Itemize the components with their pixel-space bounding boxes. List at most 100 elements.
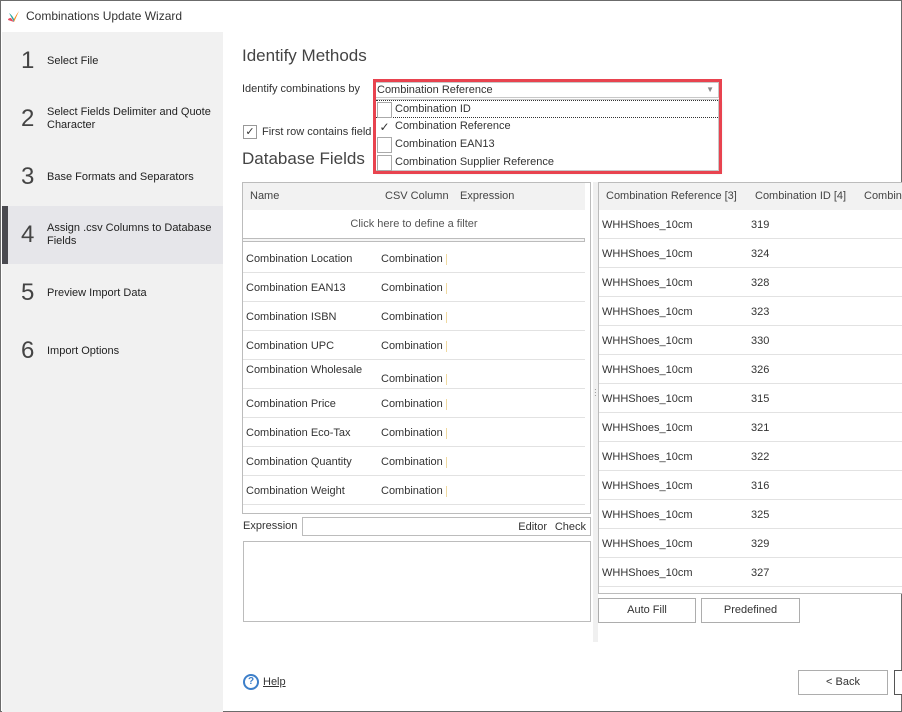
next-button[interactable]: [894, 670, 902, 695]
field-name: Combination Quantity: [246, 456, 352, 468]
step-number: 5: [21, 279, 35, 306]
table-row[interactable]: WHHShoes_10cm 319: [599, 210, 902, 239]
option-combination-reference[interactable]: ✓ Combination Reference: [376, 118, 718, 136]
field-name: Combination ISBN: [246, 311, 337, 323]
cell-id: 316: [751, 480, 770, 492]
cell-reference: WHHShoes_10cm: [602, 393, 693, 405]
table-row[interactable]: Combination EAN13 Combination: [243, 273, 585, 302]
table-row[interactable]: Combination Wholesale Combination: [243, 360, 585, 389]
table-row[interactable]: Combination Eco-Tax Combination: [243, 418, 585, 447]
auto-fill-button[interactable]: Auto Fill: [598, 598, 696, 623]
step-label: Base Formats and Separators: [47, 170, 194, 183]
step-select-delimiter[interactable]: 2 Select Fields Delimiter and Quote Char…: [2, 90, 223, 148]
check-button[interactable]: Check: [555, 521, 586, 533]
field-name: Combination Price: [246, 398, 336, 410]
table-row[interactable]: WHHShoes_10cm 329: [599, 529, 902, 558]
table-row[interactable]: Combination Price Combination: [243, 389, 585, 418]
table-row[interactable]: WHHShoes_10cm 324: [599, 239, 902, 268]
field-csv-column[interactable]: Combination: [381, 398, 447, 410]
title-bar: Combinations Update Wizard: [1, 1, 901, 32]
table-row[interactable]: WHHShoes_10cm 323: [599, 297, 902, 326]
cell-id: 325: [751, 509, 770, 521]
field-csv-column[interactable]: Combination: [381, 253, 447, 265]
step-label: Select File: [47, 54, 99, 67]
table-row[interactable]: Combination Location Combination: [243, 244, 585, 273]
cell-reference: WHHShoes_10cm: [602, 306, 693, 318]
chevron-down-icon[interactable]: ▼: [706, 83, 714, 97]
step-import-options[interactable]: 6 Import Options: [2, 322, 223, 380]
field-csv-column[interactable]: Combination: [381, 485, 447, 497]
step-number: 4: [21, 221, 35, 248]
cell-id: 329: [751, 538, 770, 550]
first-row-checkbox[interactable]: ✓: [243, 125, 257, 139]
column-header-csv-column[interactable]: CSV Column: [385, 190, 449, 202]
step-preview-import[interactable]: 5 Preview Import Data: [2, 264, 223, 322]
field-csv-column[interactable]: Combination: [381, 427, 447, 439]
checkmark-icon[interactable]: ✓: [377, 119, 392, 135]
option-combination-supplier-reference[interactable]: Combination Supplier Reference: [376, 154, 718, 172]
expression-input[interactable]: Editor Check: [302, 517, 591, 536]
table-row[interactable]: WHHShoes_10cm 315: [599, 384, 902, 413]
table-row[interactable]: Combination ISBN Combination: [243, 302, 585, 331]
column-header-expression[interactable]: Expression: [460, 190, 514, 202]
editor-button[interactable]: Editor: [518, 521, 547, 533]
cell-id: 326: [751, 364, 770, 376]
step-label: Preview Import Data: [47, 286, 147, 299]
option-checkbox[interactable]: [377, 137, 392, 153]
step-number: 1: [21, 47, 35, 74]
table-row[interactable]: WHHShoes_10cm 322: [599, 442, 902, 471]
option-combination-id[interactable]: Combination ID: [376, 100, 718, 118]
option-label: Combination ID: [395, 103, 471, 115]
table-row[interactable]: Combination Weight Combination: [243, 476, 585, 505]
grid-header: Combination Reference [3] Combination ID…: [599, 183, 902, 210]
table-row[interactable]: WHHShoes_10cm 328: [599, 268, 902, 297]
wizard-steps-sidebar: 1 Select File 2 Select Fields Delimiter …: [2, 32, 223, 712]
cell-reference: WHHShoes_10cm: [602, 480, 693, 492]
cell-reference: WHHShoes_10cm: [602, 509, 693, 521]
step-base-formats[interactable]: 3 Base Formats and Separators: [2, 148, 223, 206]
filter-row[interactable]: Click here to define a filter: [243, 210, 585, 238]
cell-reference: WHHShoes_10cm: [602, 422, 693, 434]
app-logo-icon: [8, 11, 19, 22]
column-header-combination-reference[interactable]: Combination Reference [3]: [606, 190, 737, 202]
column-header-combination-id[interactable]: Combination ID [4]: [755, 190, 846, 202]
table-row[interactable]: Combination Quantity Combination: [243, 447, 585, 476]
help-link[interactable]: Help: [263, 676, 286, 688]
table-row[interactable]: WHHShoes_10cm 316: [599, 471, 902, 500]
field-csv-column[interactable]: Combination: [381, 373, 447, 385]
field-csv-column[interactable]: Combination: [381, 311, 447, 323]
column-header-truncated[interactable]: Combin: [864, 190, 902, 202]
grid-header: Name CSV Column Expression: [243, 183, 585, 210]
option-checkbox[interactable]: [377, 155, 392, 171]
cell-reference: WHHShoes_10cm: [602, 335, 693, 347]
database-fields-grid: Name CSV Column Expression Click here to…: [242, 182, 591, 514]
option-checkbox[interactable]: [377, 102, 392, 118]
step-number: 6: [21, 337, 35, 364]
table-row[interactable]: WHHShoes_10cm 325: [599, 500, 902, 529]
table-row[interactable]: Combination UPC Combination: [243, 331, 585, 360]
cell-reference: WHHShoes_10cm: [602, 364, 693, 376]
field-csv-column[interactable]: Combination: [381, 282, 447, 294]
table-row[interactable]: WHHShoes_10cm 327: [599, 558, 902, 587]
cell-id: 327: [751, 567, 770, 579]
option-combination-ean13[interactable]: Combination EAN13: [376, 136, 718, 154]
expression-textarea[interactable]: [243, 541, 591, 622]
field-csv-column[interactable]: Combination: [381, 456, 447, 468]
step-select-file[interactable]: 1 Select File: [2, 32, 223, 90]
field-name: Combination Eco-Tax: [246, 427, 351, 439]
field-csv-column[interactable]: Combination: [381, 340, 447, 352]
identify-by-combobox[interactable]: Combination Reference ▼: [375, 82, 719, 98]
combobox-value: Combination Reference: [377, 84, 493, 96]
expression-label: Expression: [243, 520, 298, 532]
table-row[interactable]: WHHShoes_10cm 326: [599, 355, 902, 384]
column-header-name[interactable]: Name: [250, 190, 279, 202]
identify-by-dropdown: Combination ID ✓ Combination Reference C…: [375, 99, 719, 171]
predefined-button[interactable]: Predefined: [701, 598, 800, 623]
cell-reference: WHHShoes_10cm: [602, 538, 693, 550]
help-icon[interactable]: ?: [243, 674, 259, 690]
step-assign-columns[interactable]: 4 Assign .csv Columns to Database Fields: [2, 206, 223, 264]
table-row[interactable]: WHHShoes_10cm 330: [599, 326, 902, 355]
table-row[interactable]: WHHShoes_10cm 321: [599, 413, 902, 442]
cell-reference: WHHShoes_10cm: [602, 277, 693, 289]
back-button[interactable]: < Back: [798, 670, 888, 695]
